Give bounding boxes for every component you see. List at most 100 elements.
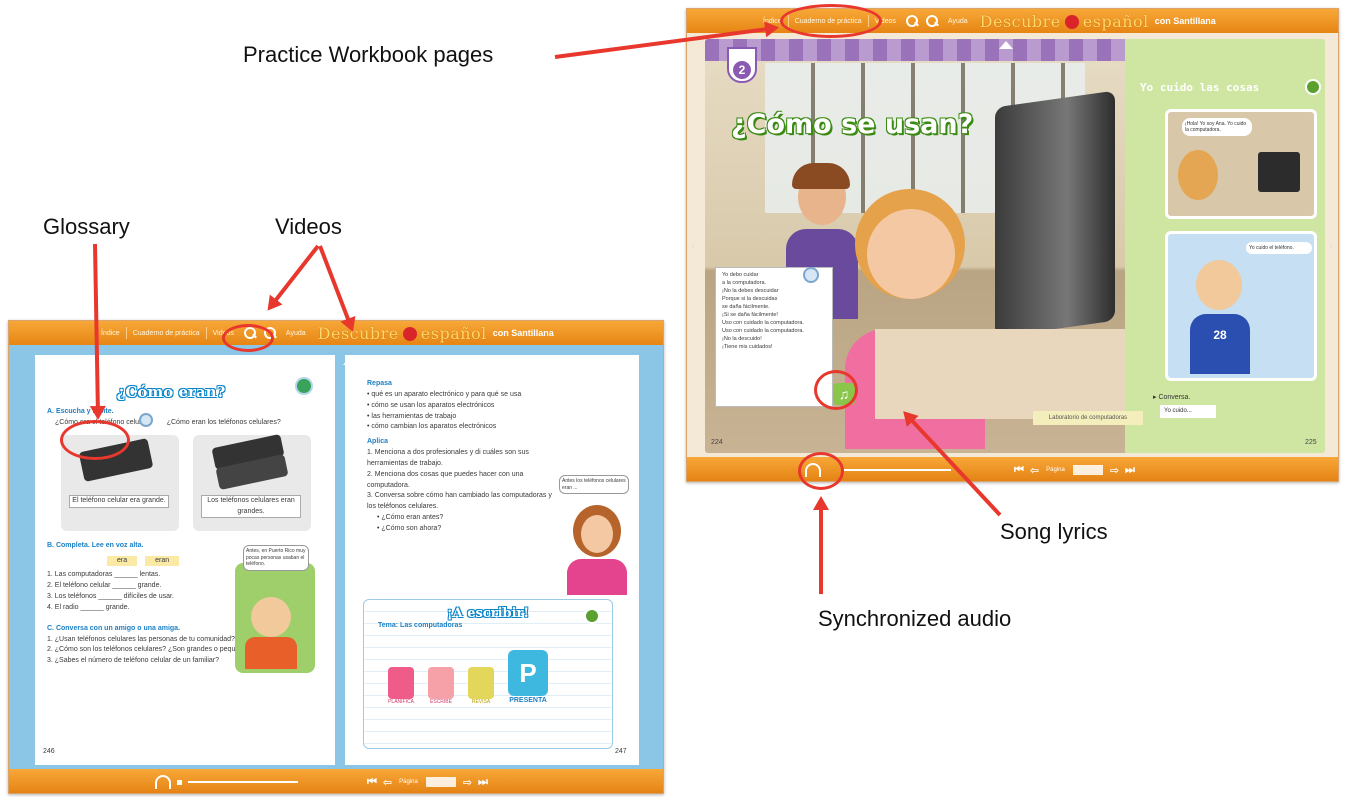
- callout-videos: Videos: [275, 214, 342, 239]
- bottom-toolbar: Índice Cuaderno de práctica Videos Ayuda…: [9, 321, 663, 345]
- scroll-up-arrow[interactable]: [999, 41, 1013, 49]
- page-input[interactable]: [1072, 465, 1103, 475]
- option-eran: eran: [145, 555, 180, 567]
- brand-subtitle: con Santillana: [1154, 16, 1216, 26]
- callout-glossary: Glossary: [43, 214, 130, 239]
- left-page: ¿Cómo eran? A. Escucha y repite. ¿Cómo e…: [35, 355, 335, 765]
- last-page-icon[interactable]: ⏭: [1125, 464, 1135, 477]
- last-page-icon-2[interactable]: ⏭: [478, 776, 488, 789]
- arrow-audio: [819, 500, 823, 594]
- page-number-left: 224: [711, 439, 723, 446]
- page-number-247: 247: [615, 748, 627, 755]
- unit-badge: 2: [727, 47, 757, 83]
- lab-caption: Laboratorio de computadoras: [1033, 411, 1143, 425]
- aplica-item-1: 1. Menciona a dos profesionales y di cuá…: [367, 449, 529, 467]
- zoom-in-icon[interactable]: [905, 14, 919, 28]
- circle-lyrics: [814, 370, 858, 410]
- globe-icon: [295, 377, 313, 395]
- song-line-6: ¡Si se daña fácilmente!: [722, 311, 778, 318]
- callout-audio: Synchronized audio: [818, 606, 1012, 631]
- audio-knob[interactable]: [177, 779, 182, 785]
- song-line-10: ¡Tiene mis cuidados!: [722, 343, 773, 350]
- conversa-label: ▸ Conversa.: [1153, 394, 1191, 401]
- repasa-item-1: • qué es un aparato electrónico y para q…: [367, 390, 522, 398]
- shirt-number: 28: [1190, 314, 1250, 374]
- section-a: A. Escucha y repite.: [47, 408, 114, 415]
- audio-slider[interactable]: [841, 469, 951, 471]
- aplica-item-2: 2. Menciona dos cosas que puedes hacer c…: [367, 470, 524, 489]
- page-number-right: 225: [1305, 439, 1317, 446]
- bubble-ana: ¡Hola! Yo soy Ana. Yo cuido la computado…: [1182, 118, 1252, 136]
- song-line-7: Uso con cuidado la computadora.: [722, 319, 804, 326]
- page-left-arrow[interactable]: ‹: [691, 239, 695, 253]
- callout-lyrics: Song lyrics: [1000, 519, 1108, 544]
- ball-icon-2: [402, 327, 417, 341]
- page-label-2: Página: [399, 779, 418, 785]
- song-line-5: se daña fácilmente.: [722, 303, 770, 310]
- callout-workbook: Practice Workbook pages: [243, 42, 494, 67]
- option-era: era: [107, 555, 138, 567]
- repasa-item-4: • cómo cambian los aparatos electrónicos: [367, 423, 497, 431]
- audio-cd-icon[interactable]: [803, 267, 819, 283]
- arrow-videos-1: [268, 244, 320, 309]
- aplica-item-3: 3. Conversa sobre cómo han cambiado las …: [367, 492, 552, 511]
- scroll-up-arrow-2[interactable]: [343, 357, 357, 365]
- lesson-title: ¿Cómo eran?: [116, 383, 226, 401]
- girl-glasses-illustration: [567, 505, 627, 595]
- page-right-arrow[interactable]: ›: [1329, 239, 1333, 253]
- prev-page-icon-2[interactable]: ⇦: [383, 776, 392, 789]
- audio-slider-2[interactable]: [188, 781, 298, 783]
- phone-card-2: Los teléfonos celulares eran grandes.: [193, 433, 311, 531]
- top-bottom-bar: ⏮ ⇦ Página ⇨ ⏭: [687, 457, 1338, 481]
- step-revisa: REVISA: [468, 666, 494, 707]
- circle-audio: [798, 452, 844, 490]
- side-title: Yo cuido las cosas: [1140, 81, 1260, 94]
- toolbar-index-2[interactable]: Índice: [95, 330, 126, 337]
- song-line-4: Porque si la descuidas: [722, 295, 778, 302]
- page-input-2[interactable]: [425, 777, 456, 787]
- panel-boy-phone: Yo cuido el teléfono. 28: [1165, 231, 1317, 381]
- right-page: Repasa • qué es un aparato electrónico y…: [345, 355, 639, 765]
- zoom-out-icon[interactable]: [925, 14, 939, 28]
- page-label: Página: [1046, 467, 1065, 473]
- step-escribe: ESCRIBE: [428, 666, 454, 707]
- repasa-item-3: • las herramientas de trabajo: [367, 412, 457, 420]
- song-line-3: ¡No la debes descuidar: [722, 287, 779, 294]
- speech-icon: [1305, 79, 1321, 95]
- escribir-card: ¡A escribir! Tema: Las computadoras PLAN…: [363, 599, 613, 749]
- audio-cd-icon-a[interactable]: [139, 413, 153, 427]
- audio-icon-2[interactable]: [155, 775, 171, 789]
- bottom-reader-window: Índice Cuaderno de práctica Videos Ayuda…: [8, 320, 664, 794]
- girl-bubble: Antes los teléfonos celulares eran ...: [559, 475, 629, 494]
- toolbar-help[interactable]: Ayuda: [942, 18, 974, 25]
- question-2: ¿Cómo eran los teléfonos celulares?: [166, 418, 281, 426]
- cuido-box: Yo cuido...: [1160, 405, 1216, 418]
- prev-page-icon[interactable]: ⇦: [1030, 464, 1039, 477]
- caption-2: Los teléfonos celulares eran grandes.: [201, 494, 301, 519]
- page-title: ¿Cómo se usan?: [731, 109, 974, 140]
- boy-phone-illustration: Antes, en Puerto Rico muy pocas personas…: [235, 545, 315, 673]
- toolbar-workbook-2[interactable]: Cuaderno de práctica: [127, 330, 206, 337]
- first-page-icon-2[interactable]: ⏮: [367, 776, 377, 789]
- process-steps: PLANIFICA ESCRIBE REVISA P PRESENTA: [388, 649, 612, 707]
- top-reader-window: Índice Cuaderno de práctica Videos Ayuda…: [686, 8, 1339, 482]
- repasa-heading: Repasa: [367, 380, 392, 387]
- panel-ana: ¡Hola! Yo soy Ana. Yo cuido la computado…: [1165, 109, 1317, 219]
- toolbar-help-2[interactable]: Ayuda: [280, 330, 312, 337]
- song-line-9: ¡No la descuido!: [722, 335, 762, 342]
- next-page-icon-2[interactable]: ⇨: [463, 776, 472, 789]
- ball-icon: [1064, 15, 1079, 29]
- bubble-phone: Yo cuido el teléfono.: [1246, 242, 1312, 254]
- escribir-title: ¡A escribir!: [446, 606, 530, 621]
- step-planifica: PLANIFICA: [388, 666, 414, 707]
- next-page-icon[interactable]: ⇨: [1110, 464, 1119, 477]
- caption-1: El teléfono celular era grande.: [69, 494, 169, 508]
- circle-glossary: [60, 420, 130, 460]
- song-line-8: Uso con cuidado la computadora.: [722, 327, 804, 334]
- pencil-icon: [584, 608, 600, 624]
- unit-number: 2: [733, 61, 751, 79]
- arrow-videos-2: [318, 245, 354, 329]
- brand-logo: Descubre español: [979, 11, 1149, 31]
- first-page-icon[interactable]: ⏮: [1014, 464, 1024, 477]
- spread-area: 2 ¿Cómo se usan? Yo debo cuidar a la com…: [705, 39, 1325, 453]
